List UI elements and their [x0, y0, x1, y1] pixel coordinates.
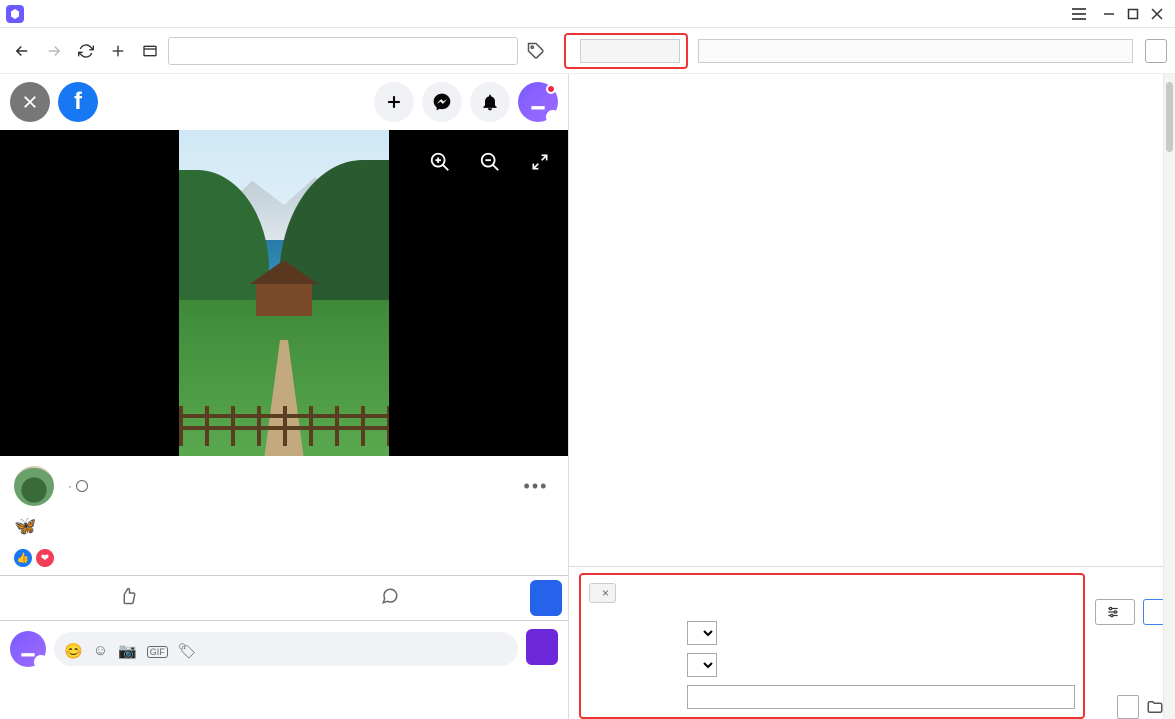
maximize-button[interactable] [1121, 2, 1145, 26]
commenter-avatar[interactable]: ▾ [10, 631, 46, 667]
minimize-button[interactable] [1097, 2, 1121, 26]
close-button[interactable] [1145, 2, 1169, 26]
url-input[interactable] [168, 37, 518, 65]
back-button[interactable] [8, 37, 36, 65]
chevron-down-icon[interactable]: ▾ [546, 110, 560, 124]
save-format-select[interactable] [687, 653, 717, 677]
post-body: 🦋 [0, 516, 568, 545]
avatar[interactable] [14, 466, 54, 506]
create-post-button[interactable] [374, 82, 414, 122]
post-actions [0, 576, 568, 621]
add-tab-button[interactable] [104, 37, 132, 65]
filter-button[interactable] [1095, 599, 1135, 625]
clear-button[interactable] [1145, 39, 1167, 63]
tag-icon[interactable] [522, 37, 550, 65]
facebook-logo-icon[interactable]: f [58, 82, 98, 122]
notification-dot-icon [546, 84, 556, 94]
love-reaction-icon: ❤ [36, 549, 54, 567]
chevron-down-icon[interactable]: ▾ [34, 655, 48, 669]
post-header: · ••• [0, 456, 568, 516]
auto-scroll-button[interactable] [526, 629, 558, 665]
album-name-input[interactable] [580, 39, 680, 63]
comment-row: ▾ 😊 ☺ 📷 GIF 🏷 [0, 621, 568, 676]
comment-button[interactable] [262, 576, 524, 616]
emoji-icon[interactable]: ☺ [93, 642, 108, 660]
title-bar [0, 0, 1175, 28]
file-location-input[interactable] [687, 685, 1075, 709]
save-all-button[interactable] [1143, 599, 1165, 625]
avatar-sticker-icon[interactable]: 😊 [64, 642, 83, 660]
results-pane: × [569, 74, 1175, 719]
reload-button[interactable] [72, 37, 100, 65]
privacy-public-icon [76, 480, 88, 492]
fb-header: f ▾ [0, 74, 568, 130]
camera-icon[interactable]: 📷 [118, 642, 137, 660]
messenger-button[interactable] [422, 82, 462, 122]
menu-icon[interactable] [1067, 2, 1091, 26]
create-album-row [564, 33, 688, 69]
post-menu-button[interactable]: ••• [518, 468, 554, 504]
sticker-icon[interactable]: 🏷 [178, 642, 197, 660]
remove-chip-icon[interactable]: × [602, 586, 609, 600]
app-logo-icon [6, 5, 24, 23]
auto-click-button[interactable] [530, 580, 562, 616]
notifications-button[interactable] [470, 82, 510, 122]
like-reaction-icon: 👍 [14, 549, 32, 567]
photo-viewer [0, 130, 568, 456]
scrollbar[interactable] [1163, 74, 1175, 719]
gif-icon[interactable]: GIF [147, 642, 168, 660]
size-chip: × [589, 583, 616, 603]
zoom-out-icon[interactable] [476, 148, 504, 176]
like-button[interactable] [0, 576, 262, 616]
photo-image [179, 130, 389, 456]
download-extension-button[interactable]: ▾ [518, 82, 558, 122]
toolbar [0, 28, 1175, 74]
open-folder-icon[interactable] [1145, 697, 1165, 717]
fullscreen-icon[interactable] [526, 148, 554, 176]
image-size-select[interactable] [687, 621, 717, 645]
change-location-button[interactable] [1117, 695, 1139, 719]
filter-bar-input[interactable] [698, 39, 1133, 63]
tabs-button[interactable] [136, 37, 164, 65]
settings-highlight: × [579, 573, 1085, 719]
forward-button[interactable] [40, 37, 68, 65]
close-overlay-button[interactable] [10, 82, 50, 122]
reactions-row: 👍 ❤ [0, 545, 568, 576]
comment-input[interactable]: 😊 ☺ 📷 GIF 🏷 [54, 632, 518, 666]
browser-pane: f ▾ [0, 74, 569, 719]
thumbnail-grid [569, 74, 1175, 566]
zoom-in-icon[interactable] [426, 148, 454, 176]
